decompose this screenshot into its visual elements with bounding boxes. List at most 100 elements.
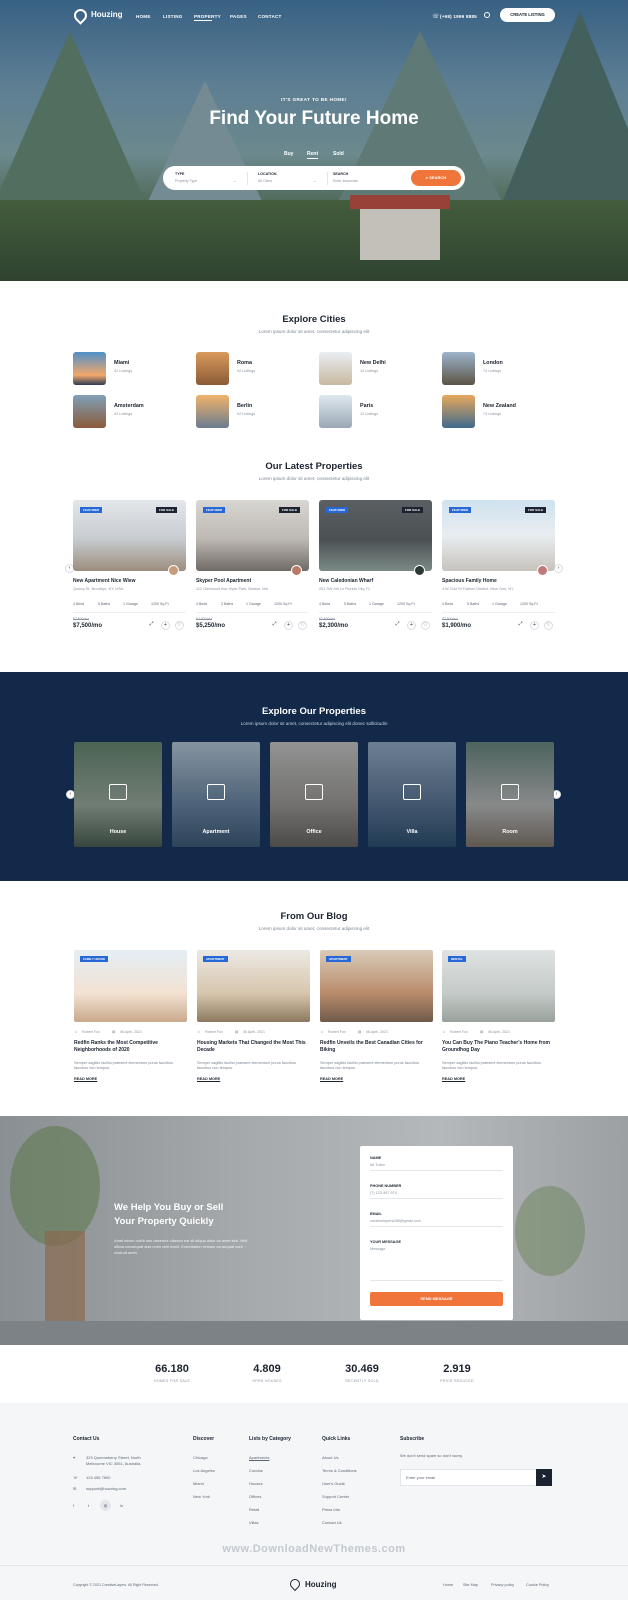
category-card-villa[interactable]: Villa [368,742,456,847]
footer-bottom-link[interactable]: Site Map [463,1583,478,1587]
chevron-down-icon[interactable]: ⌄ [313,178,316,183]
city-card-berlin[interactable]: Berlin 92 Listings [196,395,255,428]
property-title[interactable]: Skyper Pool Apartment [196,578,251,584]
blog-card[interactable]: APARTMENT ☺ Robert Fox ▤ 06 April, 2021 … [320,950,433,1090]
linkedin-icon[interactable]: in [120,1503,123,1508]
footer-link[interactable]: New York [193,1494,210,1499]
heart-icon[interactable]: ♡ [421,621,430,630]
footer-link[interactable]: Villas [249,1520,259,1525]
footer-bottom-link[interactable]: Cookie Policy [526,1583,549,1587]
brand-name[interactable]: Houzing [91,10,123,19]
tab-sold[interactable]: Sold [333,151,344,157]
blog-title-link[interactable]: You Can Buy The Piano Teacher's Home fro… [442,1040,555,1054]
instagram-icon[interactable]: ◎ [100,1500,111,1511]
email-field[interactable]: creativelayers088@gmail.com [370,1219,421,1223]
city-card-london[interactable]: London 74 Listings [442,352,503,385]
avatar[interactable] [414,565,425,576]
footer-link[interactable]: Press Info [322,1507,340,1512]
footer-link[interactable]: Offices [249,1494,261,1499]
nav-listing[interactable]: LISTING [163,14,183,19]
category-card-room[interactable]: Room [466,742,554,847]
location-select[interactable]: All Cities [258,179,272,183]
send-message-button[interactable]: SEND MESSAGE [370,1292,503,1306]
expand-icon[interactable]: ⤢ [516,621,525,630]
footer-link[interactable]: Retail [249,1507,259,1512]
user-icon[interactable] [484,12,490,18]
read-more-link[interactable]: READ MORE [320,1077,343,1081]
footer-brand[interactable]: Houzing [305,1580,337,1589]
subscribe-email-input[interactable]: Enter your email [400,1469,552,1486]
search-input[interactable]: Enter keywords [333,179,358,183]
city-card-amsterdam[interactable]: Amsterdam 42 Listings [73,395,144,428]
blog-title-link[interactable]: Redfin Ranks the Most Competitive Neighb… [74,1040,187,1054]
name-field[interactable]: Ali Tufan [370,1163,385,1167]
footer-phone[interactable]: 123 456 7890 [86,1475,110,1480]
create-listing-button[interactable]: CREATE LISTING [500,8,555,22]
nav-pages[interactable]: PAGES [230,14,247,19]
read-more-link[interactable]: READ MORE [442,1077,465,1081]
footer-bottom-link[interactable]: Privacy policy [491,1583,514,1587]
expand-icon[interactable]: ⤢ [393,621,402,630]
read-more-link[interactable]: READ MORE [74,1077,97,1081]
property-card[interactable]: FEATURED FOR SALE New Caledonian Wharf 2… [319,500,432,644]
message-field[interactable]: Message [370,1247,385,1251]
avatar[interactable] [537,565,548,576]
footer-link[interactable]: User's Guide [322,1481,345,1486]
footer-email[interactable]: support@houzing.com [86,1486,126,1491]
compare-icon[interactable]: + [284,621,293,630]
avatar[interactable] [291,565,302,576]
tab-buy[interactable]: Buy [284,151,293,157]
logo-icon[interactable] [71,6,90,25]
footer-logo-icon[interactable] [287,1576,303,1592]
nav-home[interactable]: HOME [136,14,151,19]
avatar[interactable] [168,565,179,576]
footer-link[interactable]: Chicago [193,1455,208,1460]
compare-icon[interactable]: + [407,621,416,630]
footer-link[interactable]: Terms & Conditions [322,1468,357,1473]
read-more-link[interactable]: READ MORE [197,1077,220,1081]
property-title[interactable]: Spacious Family Home [442,578,497,584]
city-card-new-zealand[interactable]: New Zealand 74 Listings [442,395,516,428]
heart-icon[interactable]: ♡ [298,621,307,630]
footer-link[interactable]: Apartments [249,1455,269,1460]
search-button[interactable]: ⌕ SEARCH [411,170,461,186]
footer-bottom-link[interactable]: Home [443,1583,453,1587]
twitter-icon[interactable]: t [88,1503,89,1508]
property-title[interactable]: New Apartment Nice Wiew [73,578,136,584]
nav-phone[interactable]: (+68) 1999 8885 [440,14,477,19]
type-select[interactable]: Property Type [175,179,197,183]
city-card-roma[interactable]: Roma 92 Listings [196,352,255,385]
facebook-icon[interactable]: f [73,1503,74,1508]
footer-link[interactable]: Condos [249,1468,263,1473]
footer-link[interactable]: Houses [249,1481,263,1486]
blog-title-link[interactable]: Housing Markets That Changed the Most Th… [197,1040,310,1054]
nav-contact[interactable]: CONTACT [258,14,282,19]
footer-link[interactable]: Contact Us [322,1520,342,1525]
phone-field[interactable]: (7) 123 567 974 [370,1191,397,1195]
blog-card[interactable]: APARTMENT ☺ Robert Fox ▤ 06 April, 2021 … [197,950,310,1090]
carousel-next-button[interactable]: › [554,564,563,573]
nav-property[interactable]: PROPERTY [194,14,221,19]
expand-icon[interactable]: ⤢ [270,621,279,630]
category-card-office[interactable]: Office [270,742,358,847]
category-card-house[interactable]: House [74,742,162,847]
heart-icon[interactable]: ♡ [175,621,184,630]
send-icon[interactable]: ➤ [536,1469,552,1486]
tab-rent[interactable]: Rent [307,151,318,157]
compare-icon[interactable]: + [530,621,539,630]
property-title[interactable]: New Caledonian Wharf [319,578,373,584]
footer-link[interactable]: Los Angeles [193,1468,215,1473]
expand-icon[interactable]: ⤢ [147,621,156,630]
footer-link[interactable]: About Us [322,1455,338,1460]
blog-title-link[interactable]: Redfin Unveils the Best Canadian Cities … [320,1040,433,1054]
heart-icon[interactable]: ♡ [544,621,553,630]
compare-icon[interactable]: + [161,621,170,630]
footer-link[interactable]: Miami [193,1481,204,1486]
city-card-miami[interactable]: Miami 42 Listings [73,352,132,385]
city-card-paris[interactable]: Paris 12 Listings [319,395,378,428]
category-card-apartment[interactable]: Apartment [172,742,260,847]
chevron-down-icon[interactable]: ⌄ [233,178,236,183]
blog-card[interactable]: FAMILY HOUSE ☺ Robert Fox ▤ 06 April, 20… [74,950,187,1090]
property-card[interactable]: FEATURED FOR SALE New Apartment Nice Wie… [73,500,186,644]
blog-card[interactable]: RENTAL ☺ Robert Fox ▤ 06 April, 2021 You… [442,950,555,1090]
